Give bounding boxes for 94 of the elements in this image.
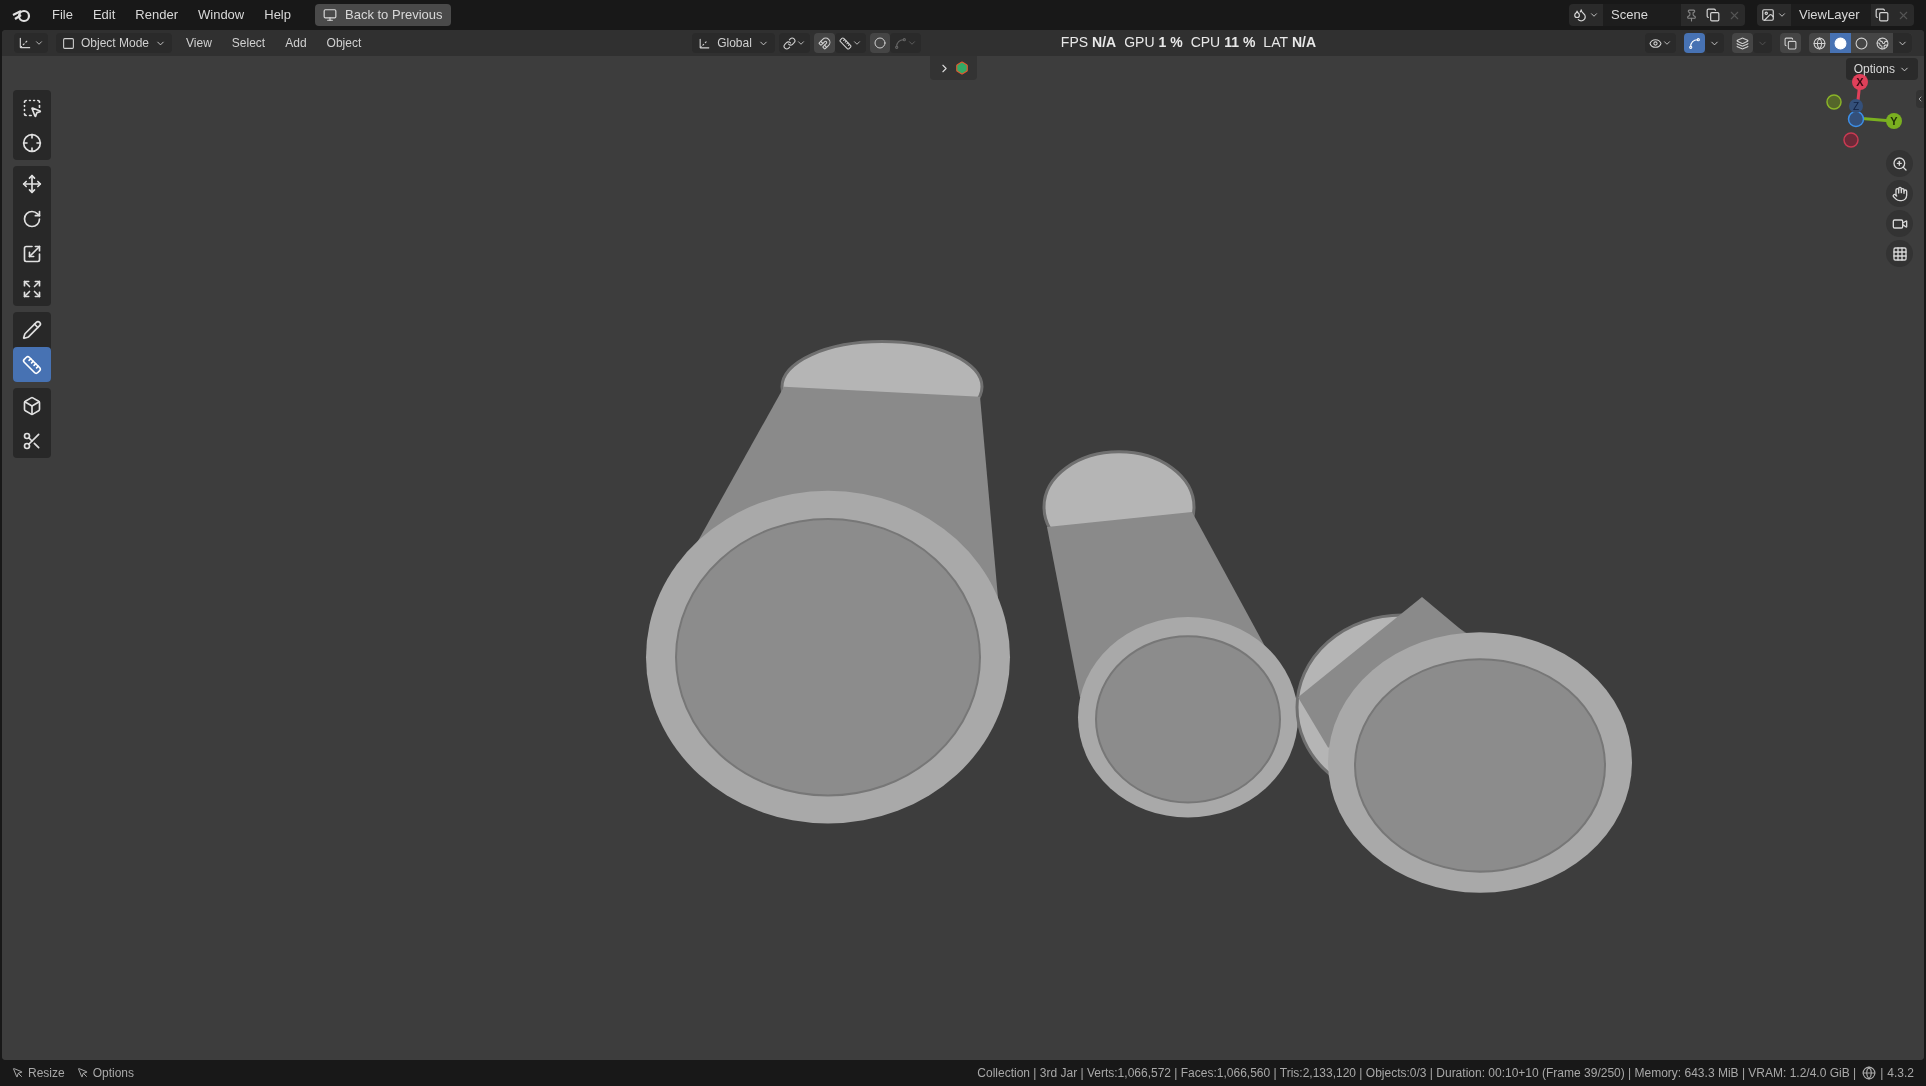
logo-icon[interactable] [12, 7, 32, 23]
hexagon-icon [955, 61, 969, 75]
chevron-down-icon [795, 38, 806, 48]
magnet-icon [817, 36, 831, 50]
wireframe-sphere-icon [1813, 36, 1826, 50]
editor-type-button[interactable] [14, 33, 48, 53]
scissors-icon [22, 430, 42, 451]
stat-label: FPS [1060, 33, 1089, 52]
status-hint: Resize [28, 1065, 65, 1082]
axes-icon [18, 36, 32, 50]
chevron-down-icon [34, 38, 44, 48]
rotate-icon [22, 208, 42, 229]
visibility-button[interactable] [1645, 33, 1676, 53]
eye-icon [1649, 36, 1662, 50]
stat-value: N/A [1292, 33, 1317, 52]
pencil-icon [22, 319, 42, 340]
xray-button[interactable] [1780, 33, 1801, 53]
curve-icon [893, 36, 907, 50]
stat-label: LAT [1263, 33, 1288, 52]
tool-button[interactable] [13, 347, 51, 382]
scene-name: Scene [1603, 4, 1681, 26]
link-icon [782, 36, 796, 50]
header-menu-item[interactable]: View [180, 34, 218, 52]
chevron-down-icon [906, 38, 917, 48]
ruler-icon [22, 354, 42, 375]
gizmo-icon [1688, 36, 1701, 50]
menu-item[interactable]: Window [190, 1, 253, 29]
monitor-icon [323, 8, 337, 22]
pin-icon[interactable] [1685, 8, 1698, 22]
pivot-button[interactable] [778, 33, 810, 53]
transform-icon [22, 278, 42, 299]
menu-item[interactable]: File [44, 1, 81, 29]
header-menu-item[interactable]: Object [320, 34, 368, 52]
square-icon [62, 36, 75, 50]
mode-dropdown[interactable]: Object Mode [56, 33, 173, 53]
back-to-previous-button[interactable]: Back to Previous [315, 4, 451, 26]
menu-item[interactable]: Edit [84, 1, 124, 29]
negative-z-handle[interactable] [1847, 110, 1865, 128]
version-label: 4.3.2 [1887, 1065, 1914, 1082]
view-layer-selector[interactable]: ViewLayer [1757, 4, 1914, 26]
cube-icon [22, 395, 42, 416]
chevron-down-icon [1662, 38, 1672, 48]
zoom-icon [1891, 155, 1908, 172]
orientation-dropdown[interactable]: Global [692, 33, 775, 53]
chevron-down-icon [1589, 10, 1599, 20]
menu-item[interactable]: Help [256, 1, 299, 29]
stat-value: N/A [1092, 33, 1117, 52]
ruler-icon [838, 36, 852, 50]
mouse-icon [76, 1067, 89, 1079]
select-box-icon [22, 97, 42, 118]
move-icon [22, 173, 42, 194]
gizmo-toggle-button[interactable] [1684, 33, 1705, 53]
chevron-down-icon [851, 38, 862, 48]
globe-icon [1862, 1066, 1877, 1080]
proportional-edit-button[interactable] [869, 33, 890, 53]
copy-icon[interactable] [1706, 8, 1720, 22]
expand-tab[interactable] [930, 56, 977, 80]
mouse-icon [12, 1067, 24, 1079]
scene-selector[interactable]: Scene [1569, 4, 1745, 26]
header-menu-item[interactable]: Add [279, 34, 313, 52]
overlay-button[interactable] [1732, 33, 1753, 53]
stat-value: 1 % [1158, 33, 1183, 52]
scene-statistics: Collection | 3rd Jar | Verts:1,066,572 | Faces:1,066,560 | Tris:2,133,120 | Objects:0/3 | Duration: 00:10+10 (Frame 39/250) | Memory: 643.3 MiB | VRAM: 1.2/4.0 GiB | [977, 1065, 1857, 1082]
x-axis-handle[interactable]: X [1852, 74, 1868, 90]
snap-target-button[interactable] [834, 33, 866, 53]
copy-icon[interactable] [1875, 8, 1889, 22]
snap-button[interactable] [813, 33, 835, 53]
xray-icon [1784, 36, 1797, 50]
hand-icon [1891, 185, 1908, 202]
stat-value: 11 % [1224, 33, 1256, 52]
stat-label: GPU [1124, 33, 1155, 52]
status-hint: Options [92, 1065, 135, 1082]
rendered-sphere-icon [1876, 36, 1889, 50]
grid-icon [1891, 245, 1908, 262]
view-layer-name: ViewLayer [1791, 4, 1871, 26]
menu-item[interactable]: Render [127, 1, 186, 29]
stat-label: CPU [1190, 33, 1221, 52]
overlay-icon [1736, 36, 1749, 50]
scene-icon [1573, 8, 1587, 22]
material-sphere-icon [1855, 36, 1868, 50]
crosshair-icon [22, 132, 42, 153]
sidebar-toggle[interactable] [1916, 90, 1924, 108]
chevron-left-icon [1916, 94, 1924, 104]
chevron-down-icon [1777, 10, 1787, 20]
shading-button[interactable] [1830, 33, 1851, 53]
header-menu-item[interactable]: Select [225, 34, 272, 52]
scale-icon [22, 243, 42, 264]
separator: | [1880, 1065, 1884, 1082]
y-axis-handle[interactable]: Y [1886, 113, 1902, 129]
axes-icon [698, 36, 712, 50]
negative-x-handle[interactable] [1843, 132, 1859, 148]
circle-icon [873, 37, 886, 49]
negative-y-handle[interactable] [1826, 94, 1842, 110]
solid-sphere-icon [1834, 36, 1847, 50]
